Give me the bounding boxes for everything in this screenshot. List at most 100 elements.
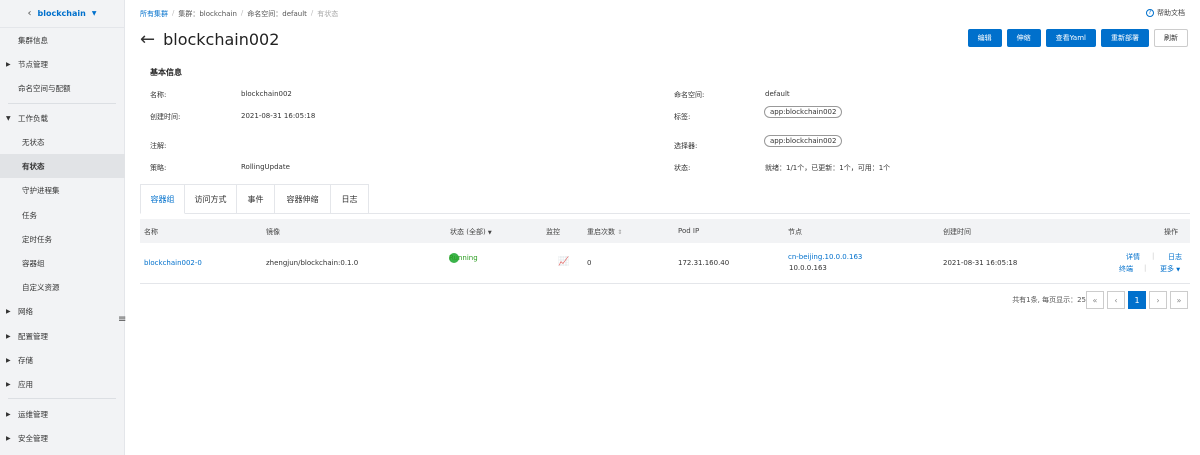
restart-count: 0 xyxy=(587,259,592,267)
tab-pods[interactable]: 容器组 xyxy=(140,184,185,214)
annotation-label: 注解: xyxy=(150,142,167,150)
pod-created: 2021-08-31 16:05:18 xyxy=(943,259,1018,267)
col-monitor: 监控 xyxy=(546,228,560,236)
col-status[interactable]: 状态 (全部) ▼ xyxy=(450,227,492,237)
node-ip: 10.0.0.163 xyxy=(789,264,827,272)
col-name: 名称 xyxy=(144,228,158,236)
col-node: 节点 xyxy=(788,228,802,236)
scale-button[interactable]: 伸缩 xyxy=(1006,29,1041,47)
action-toolbar: 编辑 伸缩 查看Yaml 重新部署 刷新 xyxy=(967,29,1188,47)
selector-tag: app:blockchain002 xyxy=(764,135,843,147)
caret-right-icon: ▶ xyxy=(6,434,11,442)
sidebar-item-deployments[interactable]: 无状态 xyxy=(0,130,125,154)
sort-icon: ⇕ xyxy=(617,229,623,236)
more-dropdown[interactable]: 更多 ▼ xyxy=(1160,264,1180,274)
sidebar-item-security-management[interactable]: ▶ 安全管理 xyxy=(0,426,125,450)
breadcrumb-current: 有状态 xyxy=(317,10,339,18)
label-tag: app:blockchain002 xyxy=(764,106,843,118)
strategy-label: 策略: xyxy=(150,164,167,172)
prev-page-button[interactable]: ‹ xyxy=(1107,291,1125,309)
sidebar-item-applications[interactable]: ▶ 应用 xyxy=(0,372,125,396)
caret-down-icon: ▼ xyxy=(1176,267,1181,273)
back-chevron-icon[interactable]: ‹ xyxy=(28,8,32,19)
refresh-button[interactable]: 刷新 xyxy=(1154,29,1188,47)
created-label: 创建时间: xyxy=(150,113,181,121)
tab-logs[interactable]: 日志 xyxy=(331,184,369,214)
breadcrumb: 所有集群 / 集群：blockchain / 命名空间：default / 有状… xyxy=(140,9,339,19)
redeploy-button[interactable]: 重新部署 xyxy=(1101,29,1149,47)
edit-button[interactable]: 编辑 xyxy=(967,29,1002,47)
caret-down-icon: ▼ xyxy=(6,114,11,122)
cluster-switcher[interactable]: ‹ blockchain ▼ xyxy=(0,0,124,28)
terminal-link[interactable]: 终端 xyxy=(1119,264,1133,274)
view-yaml-button[interactable]: 查看Yaml xyxy=(1045,29,1096,47)
sidebar-item-cluster-info[interactable]: 集群信息 xyxy=(0,28,125,52)
cluster-name[interactable]: blockchain xyxy=(38,9,86,18)
name-label: 名称: xyxy=(150,91,167,99)
pagination: « ‹ 1 › » xyxy=(1086,291,1188,309)
pod-image: zhengjun/blockchain:0.1.0 xyxy=(266,259,359,267)
sidebar-item-storage[interactable]: ▶ 存储 xyxy=(0,348,125,372)
breadcrumb-cluster: 集群：blockchain xyxy=(178,10,237,18)
sidebar-item-custom-resources[interactable]: 自定义资源 xyxy=(0,275,125,299)
sidebar-item-node-management[interactable]: ▶ 节点管理 xyxy=(0,52,125,76)
sidebar-item-config-management[interactable]: ▶ 配置管理 xyxy=(0,324,125,348)
tab-autoscaling[interactable]: 容器伸缩 xyxy=(275,184,331,214)
sidebar-item-namespace-quota[interactable]: 命名空间与配额 xyxy=(0,76,125,100)
selector-label: 选择器: xyxy=(674,142,698,150)
node-name-link[interactable]: cn-beijing.10.0.0.163 xyxy=(788,253,862,261)
first-page-button[interactable]: « xyxy=(1086,291,1104,309)
page-title: blockchain002 xyxy=(163,30,280,49)
caret-down-icon[interactable]: ▼ xyxy=(92,10,97,17)
pod-name-link[interactable]: blockchain002-0 xyxy=(144,259,202,267)
tab-events[interactable]: 事件 xyxy=(237,184,275,214)
caret-right-icon: ▶ xyxy=(6,356,11,364)
log-link[interactable]: 日志 xyxy=(1168,252,1182,262)
sidebar-item-statefulsets[interactable]: 有状态 xyxy=(0,154,125,178)
monitor-chart-icon[interactable]: 📈 xyxy=(558,257,569,267)
name-value: blockchain002 xyxy=(241,90,292,98)
strategy-value: RollingUpdate xyxy=(241,163,290,171)
sidebar-item-ops-management[interactable]: ▶ 运维管理 xyxy=(0,402,125,426)
col-restarts[interactable]: 重启次数 ⇕ xyxy=(587,227,622,237)
sidebar-item-workloads[interactable]: ▼ 工作负载 xyxy=(0,106,125,130)
status-label: 状态: xyxy=(674,164,691,172)
tab-access-methods[interactable]: 访问方式 xyxy=(185,184,237,214)
sidebar: ‹ blockchain ▼ 集群信息 ▶ 节点管理 命名空间与配额 ▼ 工作负载 … xyxy=(0,0,125,455)
caret-right-icon: ▶ xyxy=(6,410,11,418)
namespace-value: default xyxy=(765,90,790,98)
caret-right-icon: ▶ xyxy=(6,380,11,388)
sidebar-item-network[interactable]: ▶ 网络 xyxy=(0,299,125,323)
next-page-button[interactable]: › xyxy=(1149,291,1167,309)
caret-right-icon: ▶ xyxy=(6,332,11,340)
status-value: 就绪：1/1个，已更新：1个，可用：1个 xyxy=(765,164,891,172)
col-created: 创建时间 xyxy=(943,228,971,236)
page-button-1[interactable]: 1 xyxy=(1128,291,1146,309)
basic-info-left: 名称: blockchain002 创建时间: 2021-08-31 16:05… xyxy=(150,90,650,180)
main-content: 所有集群 / 集群：blockchain / 命名空间：default / 有状… xyxy=(125,0,1200,455)
created-value: 2021-08-31 16:05:18 xyxy=(241,112,316,120)
detail-tabs: 容器组 访问方式 事件 容器伸缩 日志 xyxy=(140,184,1190,214)
sidebar-divider xyxy=(8,398,116,399)
back-arrow-icon[interactable]: ← xyxy=(140,30,155,49)
breadcrumb-namespace: 命名空间：default xyxy=(247,10,307,18)
namespace-label: 命名空间: xyxy=(674,91,705,99)
col-image: 镜像 xyxy=(266,228,280,236)
help-docs-link[interactable]: ? 帮助文档 xyxy=(1146,8,1185,18)
last-page-button[interactable]: » xyxy=(1170,291,1188,309)
table-row: blockchain002-0 zhengjun/blockchain:0.1.… xyxy=(140,244,1190,284)
col-ops: 操作 xyxy=(1164,228,1178,236)
basic-info-title: 基本信息 xyxy=(150,68,182,77)
page-header: ← blockchain002 xyxy=(140,30,279,49)
breadcrumb-all-clusters[interactable]: 所有集群 xyxy=(140,9,168,19)
caret-right-icon: ▶ xyxy=(6,60,11,68)
sidebar-item-daemonsets[interactable]: 守护进程集 xyxy=(0,178,125,202)
col-pod-ip: Pod IP xyxy=(678,227,700,235)
sidebar-item-jobs[interactable]: 任务 xyxy=(0,203,125,227)
caret-right-icon: ▶ xyxy=(6,307,11,315)
pod-ip: 172.31.160.40 xyxy=(678,259,730,267)
sidebar-item-cronjobs[interactable]: 定时任务 xyxy=(0,227,125,251)
sidebar-item-pods[interactable]: 容器组 xyxy=(0,251,125,275)
help-icon: ? xyxy=(1146,9,1154,17)
detail-link[interactable]: 详情 xyxy=(1126,252,1140,262)
